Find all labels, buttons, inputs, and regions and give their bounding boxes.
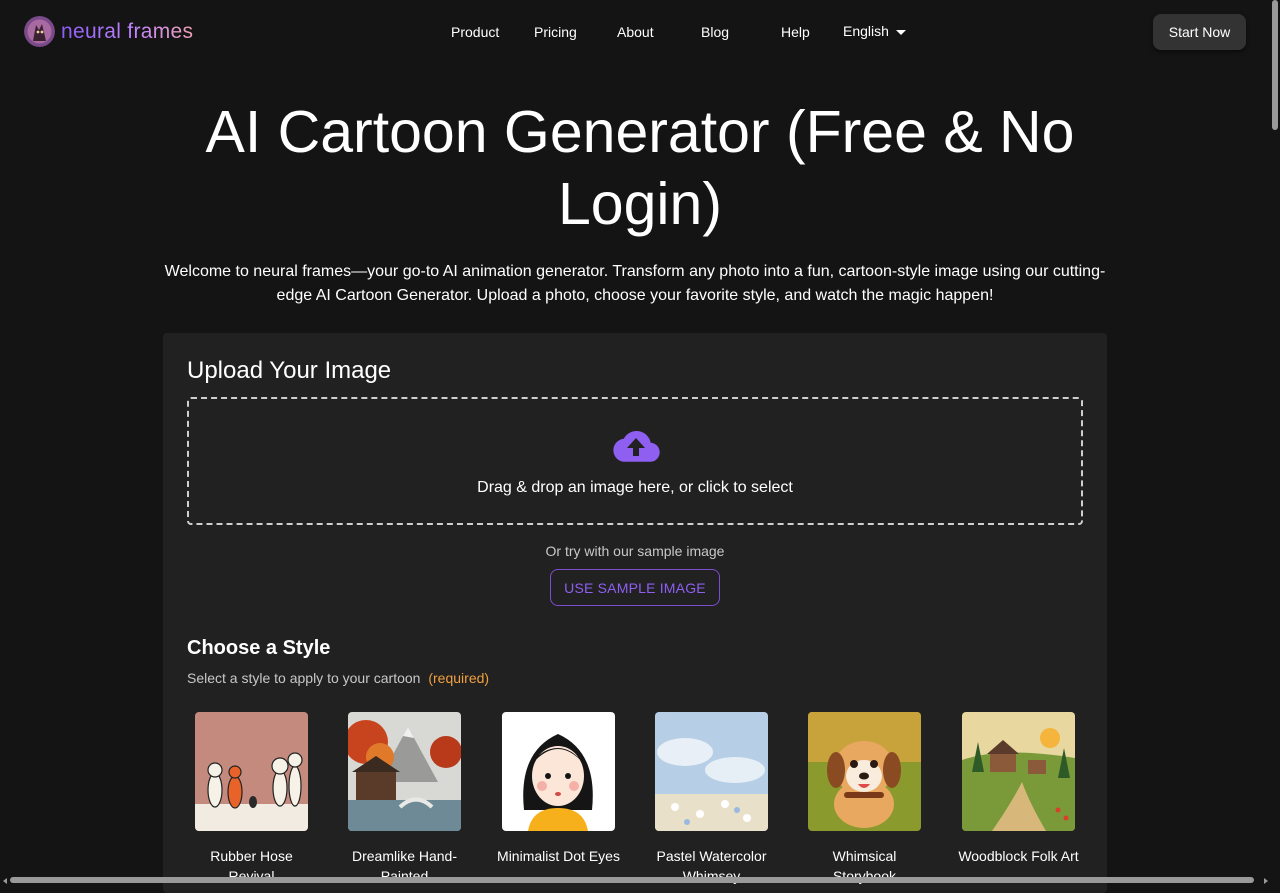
style-name: Minimalist Dot Eyes <box>497 848 620 864</box>
dropzone-text: Drag & drop an image here, or click to s… <box>477 479 793 496</box>
vertical-scrollbar[interactable] <box>1272 0 1278 130</box>
site-header: neural frames Product Pricing About Blog… <box>0 0 1280 64</box>
language-label: English <box>843 23 889 39</box>
page-description: Welcome to neural frames—your go-to AI a… <box>164 263 1106 304</box>
upload-title: Upload Your Image <box>187 357 392 384</box>
nav-product[interactable]: Product <box>451 24 499 40</box>
use-sample-image-button[interactable]: USE SAMPLE IMAGE <box>550 569 720 606</box>
style-thumbnail <box>655 712 768 831</box>
style-subtitle-text: Select a style to apply to your cartoon <box>187 670 421 686</box>
nav-pricing[interactable]: Pricing <box>534 24 577 40</box>
page-title: AI Cartoon Generator (Free & No Login) <box>205 99 1075 237</box>
style-name: Woodblock Folk Art <box>958 848 1079 864</box>
style-thumbnail <box>962 712 1075 831</box>
cloud-upload-icon <box>613 431 660 462</box>
horizontal-scrollbar[interactable] <box>10 877 1254 883</box>
image-dropzone[interactable]: Drag & drop an image here, or click to s… <box>187 397 1083 525</box>
language-select[interactable]: English <box>843 23 906 39</box>
required-label: (required) <box>428 670 490 686</box>
logo-mark-icon <box>24 16 55 47</box>
scroll-left-arrow-icon[interactable] <box>3 878 7 884</box>
brand-name: neural frames <box>61 19 194 43</box>
scroll-right-arrow-icon[interactable] <box>1264 878 1268 884</box>
sample-hint: Or try with our sample image <box>545 543 725 559</box>
style-section-title: Choose a Style <box>187 637 331 659</box>
brand-logo[interactable]: neural frames <box>24 16 193 47</box>
nav-help[interactable]: Help <box>781 24 810 40</box>
chevron-down-icon <box>895 29 906 35</box>
style-thumbnail <box>195 712 308 831</box>
generator-card: Upload Your Image Drag & drop an image h… <box>163 333 1107 893</box>
style-thumbnail <box>502 712 615 831</box>
nav-blog[interactable]: Blog <box>701 24 729 40</box>
style-thumbnail <box>348 712 461 831</box>
start-now-button[interactable]: Start Now <box>1153 14 1246 50</box>
style-thumbnail <box>808 712 921 831</box>
nav-about[interactable]: About <box>617 24 654 40</box>
style-subtitle: Select a style to apply to your cartoon … <box>187 670 489 686</box>
